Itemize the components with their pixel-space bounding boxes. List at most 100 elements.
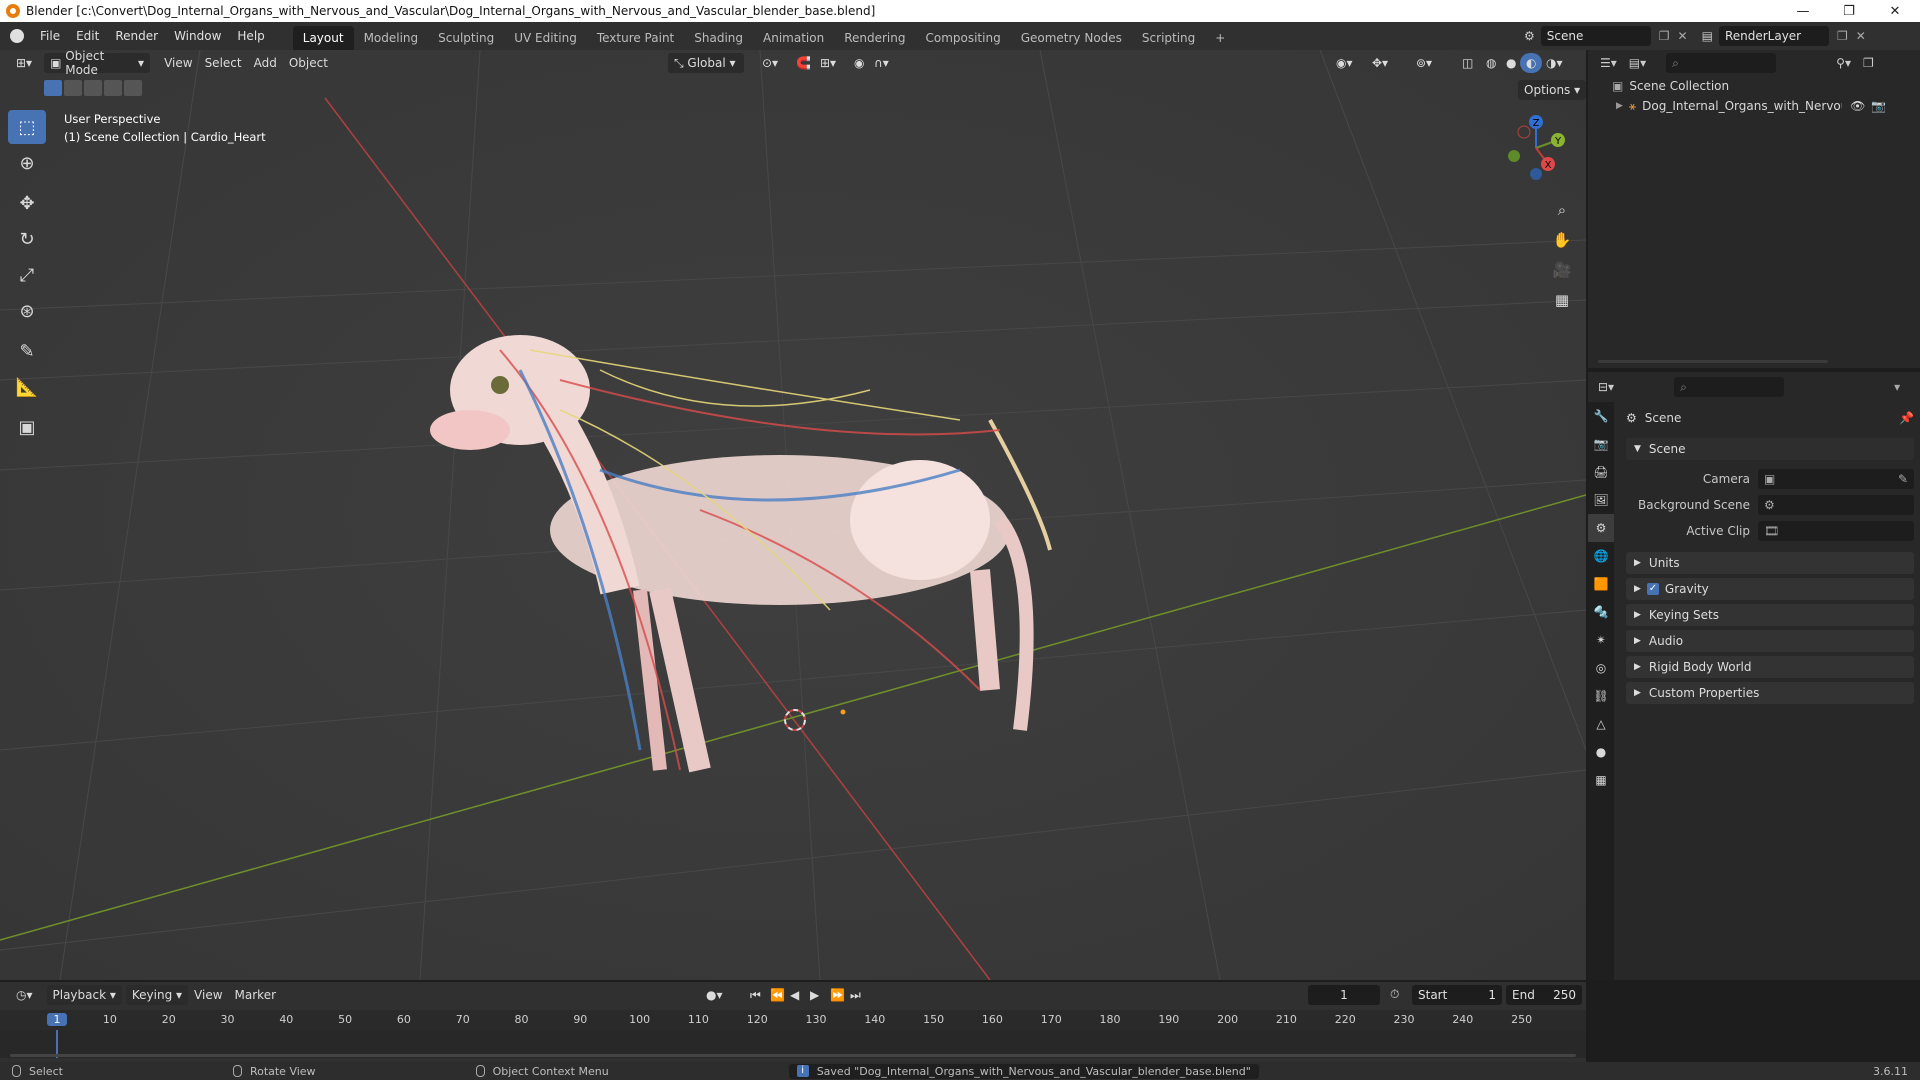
render-layer-selector[interactable]: RenderLayer xyxy=(1718,26,1829,46)
marker-menu[interactable]: Marker xyxy=(229,985,282,1005)
status-message[interactable]: i Saved "Dog_Internal_Organs_with_Nervous… xyxy=(788,1063,1259,1079)
world-tab[interactable]: 🌐 xyxy=(1588,542,1614,570)
outliner-editor-icon[interactable]: ☰▾ xyxy=(1600,56,1617,70)
start-frame-field[interactable]: Start 1 xyxy=(1412,985,1502,1005)
particles-tab[interactable]: ✴ xyxy=(1588,626,1614,654)
gizmo-toggle-icon[interactable]: ✥▾ xyxy=(1366,53,1394,73)
menu-edit[interactable]: Edit xyxy=(68,22,107,50)
background-scene-value[interactable]: ⚙ xyxy=(1758,495,1914,515)
tool-tab[interactable]: 🔧 xyxy=(1588,402,1614,430)
modifier-tab[interactable]: 🔩 xyxy=(1588,598,1614,626)
constraints-tab[interactable]: ⛓ xyxy=(1588,682,1614,710)
properties-search-input[interactable]: ⌕ xyxy=(1674,377,1785,397)
move-tool[interactable]: ✥ xyxy=(8,186,46,220)
eye-icon[interactable]: 👁 xyxy=(1850,99,1865,113)
timer-icon[interactable]: ⏱ xyxy=(1390,987,1399,1002)
xray-icon[interactable]: ◫ xyxy=(1456,53,1479,73)
menu-render[interactable]: Render xyxy=(107,22,166,50)
mode-selector[interactable]: ▣ Object Mode ▾ xyxy=(44,50,151,77)
properties-editor-icon[interactable]: ⊟▾ xyxy=(1598,380,1614,394)
remove-layer-icon[interactable]: ✕ xyxy=(1856,29,1866,43)
data-tab[interactable]: △ xyxy=(1588,710,1614,738)
texture-tab[interactable]: ▦ xyxy=(1588,766,1614,794)
menu-file[interactable]: File xyxy=(32,22,68,50)
visibility-icon[interactable]: ◉▾ xyxy=(1330,53,1359,73)
custom-properties-panel[interactable]: ▶ Custom Properties xyxy=(1626,682,1914,704)
active-clip-field[interactable]: Active Clip 🎞 xyxy=(1626,520,1914,542)
tab-layout[interactable]: Layout xyxy=(292,26,354,50)
3d-viewport[interactable]: ⊞▾ ▣ Object Mode ▾ View Select Add Objec… xyxy=(0,50,1586,980)
select-box-tool[interactable]: ⬚ xyxy=(8,110,46,144)
annotate-tool[interactable]: ✎ xyxy=(8,334,46,368)
tab-shading[interactable]: Shading xyxy=(684,26,753,50)
options-button[interactable]: Options ▾ xyxy=(1518,80,1586,100)
camera-value[interactable]: ▣ ✎ xyxy=(1758,469,1914,489)
play-icon[interactable]: ▶ xyxy=(804,985,825,1005)
transform-tool[interactable]: ⊛ xyxy=(8,294,46,328)
rotate-tool[interactable]: ↻ xyxy=(8,222,46,256)
eyedropper-icon[interactable]: ✎ xyxy=(1898,472,1908,486)
camera-view-button[interactable]: 🎥 xyxy=(1548,256,1576,284)
select-extend-icon[interactable] xyxy=(64,80,82,96)
units-panel[interactable]: ▶ Units xyxy=(1626,552,1914,574)
scene-selector[interactable]: Scene xyxy=(1540,26,1651,46)
editor-type-icon[interactable]: ⊞▾ xyxy=(10,53,38,73)
view-layer-tab[interactable]: 🖼 xyxy=(1588,486,1614,514)
timeline-scrollbar[interactable] xyxy=(10,1054,1576,1057)
menu-add[interactable]: Add xyxy=(248,53,283,73)
render-layer-icon[interactable]: ▤ xyxy=(1702,29,1713,43)
scene-icon[interactable]: ⚙ xyxy=(1524,29,1535,43)
timeline-view-menu[interactable]: View xyxy=(188,985,228,1005)
tab-animation[interactable]: Animation xyxy=(753,26,834,50)
measure-tool[interactable]: 📐 xyxy=(8,370,46,404)
record-icon[interactable]: ●▾ xyxy=(700,985,729,1005)
zoom-button[interactable]: ⌕ xyxy=(1548,196,1576,224)
maximize-button[interactable]: ❐ xyxy=(1826,0,1872,22)
tab-texture-paint[interactable]: Texture Paint xyxy=(587,26,684,50)
cursor-tool[interactable]: ⊕ xyxy=(8,146,46,180)
properties-options-icon[interactable]: ▾ xyxy=(1894,380,1900,394)
tab-sculpting[interactable]: Sculpting xyxy=(428,26,504,50)
active-clip-value[interactable]: 🎞 xyxy=(1758,521,1914,541)
outliner-item[interactable]: ▶ ⚹ Dog_Internal_Organs_with_Nervous_anc… xyxy=(1588,96,1920,116)
new-layer-icon[interactable]: ❐ xyxy=(1837,29,1848,43)
timeline-editor-icon[interactable]: ◷▾ xyxy=(10,985,39,1005)
menu-select[interactable]: Select xyxy=(199,53,248,73)
camera-render-icon[interactable]: 📷 xyxy=(1871,99,1886,113)
new-collection-icon[interactable]: ❐ xyxy=(1863,56,1874,70)
menu-view[interactable]: View xyxy=(158,53,198,73)
display-mode-icon[interactable]: ▤▾ xyxy=(1629,56,1646,70)
blender-menu-icon[interactable] xyxy=(10,29,24,43)
new-scene-icon[interactable]: ❐ xyxy=(1659,29,1670,43)
timeline-track[interactable] xyxy=(0,1030,1586,1058)
outliner-search-input[interactable]: ⌕ xyxy=(1666,53,1777,73)
output-tab[interactable]: 🖨 xyxy=(1588,458,1614,486)
gravity-panel[interactable]: ▶ ✓ Gravity xyxy=(1626,578,1914,600)
navigation-gizmo[interactable]: Z Y X xyxy=(1496,108,1576,188)
gravity-checkbox[interactable]: ✓ xyxy=(1646,583,1659,595)
pin-icon[interactable]: 📌 xyxy=(1899,411,1914,425)
ortho-toggle-button[interactable]: ▦ xyxy=(1548,286,1576,314)
jump-end-icon[interactable]: ⏭ xyxy=(844,985,867,1005)
rendered-shading-icon[interactable]: ◑▾ xyxy=(1540,53,1569,73)
audio-panel[interactable]: ▶ Audio xyxy=(1626,630,1914,652)
end-frame-field[interactable]: End 250 xyxy=(1506,985,1582,1005)
overlay-toggle-icon[interactable]: ⊚▾ xyxy=(1410,53,1438,73)
expand-arrow-icon[interactable]: ▶ xyxy=(1616,101,1623,111)
material-tab[interactable]: ● xyxy=(1588,738,1614,766)
playback-menu[interactable]: Playback ▾ xyxy=(46,985,122,1005)
menu-window[interactable]: Window xyxy=(166,22,229,50)
orientation-selector[interactable]: ⤡ Global ▾ xyxy=(668,53,744,73)
outliner-root[interactable]: ▣ Scene Collection xyxy=(1588,76,1920,96)
physics-tab[interactable]: ◎ xyxy=(1588,654,1614,682)
pivot-icon[interactable]: ⊙▾ xyxy=(756,53,784,73)
pan-button[interactable]: ✋ xyxy=(1548,226,1576,254)
render-tab[interactable]: 📷 xyxy=(1588,430,1614,458)
close-button[interactable]: ✕ xyxy=(1872,0,1918,22)
object-tab[interactable]: 🟧 xyxy=(1588,570,1614,598)
scale-tool[interactable]: ⤢ xyxy=(8,258,46,292)
tab-uv-editing[interactable]: UV Editing xyxy=(504,26,587,50)
tab-compositing[interactable]: Compositing xyxy=(915,26,1010,50)
camera-field[interactable]: Camera ▣ ✎ xyxy=(1626,468,1914,490)
keying-menu[interactable]: Keying ▾ xyxy=(125,985,189,1005)
